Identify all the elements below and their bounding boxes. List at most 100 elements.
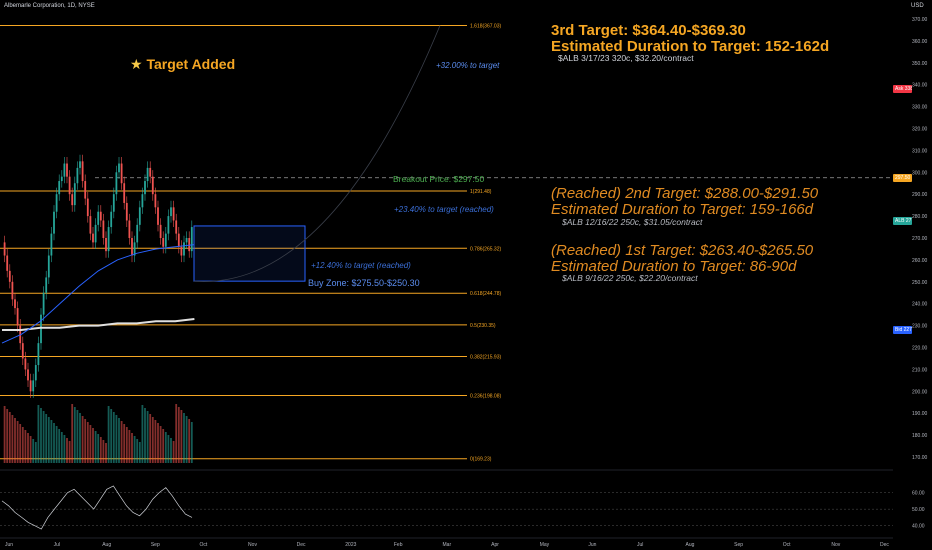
fib-label: 0.382(215.93) xyxy=(470,354,501,360)
candle-body xyxy=(94,224,97,243)
moving-average-line xyxy=(1,244,195,344)
rsi-tick-label: 60.00 xyxy=(912,491,925,497)
volume-bar xyxy=(3,406,6,463)
date-tick-label: Nov xyxy=(248,542,257,548)
fib-label: 0(169.23) xyxy=(470,457,492,463)
volume-bar xyxy=(63,435,66,463)
volume-bar xyxy=(102,440,105,463)
candle-body xyxy=(76,167,79,184)
candle-body xyxy=(180,246,183,256)
volume-bar xyxy=(86,422,89,463)
candle-body xyxy=(138,207,141,225)
volume-bar xyxy=(8,412,11,463)
price-tick-label: 310.00 xyxy=(912,148,928,154)
target3-option: $ALB 3/17/23 320c, $32.20/contract xyxy=(558,53,694,63)
candle-body xyxy=(68,176,71,195)
volume-bar xyxy=(99,437,102,463)
volume-bar xyxy=(133,436,136,463)
ma-layer xyxy=(1,244,195,344)
volume-bar xyxy=(58,429,61,463)
candle-body xyxy=(37,343,40,366)
chart-canvas[interactable]: Albemarle Corporation, 1D, NYSE USD 1.61… xyxy=(0,0,932,550)
candle-body xyxy=(159,224,162,238)
volume-bar xyxy=(73,407,76,463)
buy-zone-label: Buy Zone: $275.50-$250.30 xyxy=(308,278,420,288)
volume-bar xyxy=(55,426,58,463)
volume-bar xyxy=(105,443,107,463)
candle-body xyxy=(58,181,61,195)
candle-body xyxy=(50,233,53,256)
candle-body xyxy=(14,299,16,309)
candle-body xyxy=(79,161,81,168)
fib-label: 0.236(198.08) xyxy=(470,394,501,400)
volume-bar xyxy=(29,436,32,463)
date-tick-label: Sep xyxy=(151,542,160,548)
volume-bar xyxy=(81,416,84,463)
volume-bar xyxy=(110,409,113,463)
candle-body xyxy=(40,314,42,344)
date-tick-label: Oct xyxy=(783,542,791,548)
candles-layer xyxy=(3,154,193,463)
price-pill: ALB 277.95 xyxy=(893,216,912,225)
candle-body xyxy=(29,380,32,392)
date-tick-label: Jul xyxy=(637,542,643,548)
volume-bar xyxy=(175,404,178,463)
volume-bar xyxy=(42,411,45,463)
target1-pct: +12.40% to target (reached) xyxy=(311,261,411,270)
target2-pct: +23.40% to target (reached) xyxy=(394,205,494,214)
candle-body xyxy=(32,380,35,392)
volume-bar xyxy=(32,439,35,463)
candle-body xyxy=(154,194,157,208)
candle-body xyxy=(21,343,24,359)
candle-body xyxy=(99,211,102,221)
fib-label: 1(291.48) xyxy=(470,189,492,195)
candle-body xyxy=(27,369,29,381)
price-tick-label: 300.00 xyxy=(912,170,928,176)
date-tick-label: May xyxy=(540,542,550,548)
price-tick-label: 330.00 xyxy=(912,105,928,111)
candle-body xyxy=(71,194,74,206)
price-chart[interactable]: 1.618(367.03) 1(291.48) 0.786(265.32) 0.618… xyxy=(0,0,932,550)
volume-bar xyxy=(154,420,157,463)
candle-body xyxy=(45,277,48,293)
candle-body xyxy=(24,358,27,370)
price-tick-label: 210.00 xyxy=(912,367,928,373)
volume-bar xyxy=(131,433,133,463)
candle-body xyxy=(120,163,123,184)
candle-body xyxy=(66,163,68,177)
target2-title: (Reached) 2nd Target: $288.00-$291.50 xyxy=(551,185,819,202)
date-tick-label: Aug xyxy=(102,542,111,548)
candle-body xyxy=(164,233,167,247)
volume-bar xyxy=(183,413,185,463)
price-tick-label: 240.00 xyxy=(912,302,928,308)
volume-bar xyxy=(138,442,141,463)
price-tick-label: 250.00 xyxy=(912,280,928,286)
candle-body xyxy=(175,220,178,234)
candle-body xyxy=(118,163,120,173)
price-pill: 297.50 xyxy=(893,173,912,182)
candle-body xyxy=(3,242,6,256)
volume-bar xyxy=(92,428,94,463)
candle-body xyxy=(136,224,139,243)
candle-body xyxy=(151,176,154,195)
candle-body xyxy=(177,233,180,247)
volume-bar xyxy=(40,408,42,463)
volume-bar xyxy=(107,406,110,463)
candle-body xyxy=(170,207,172,217)
candle-body xyxy=(102,220,105,238)
volume-bar xyxy=(47,417,50,463)
fib-label: 1.618(367.03) xyxy=(470,23,501,29)
candle-body xyxy=(172,207,175,221)
volume-bar xyxy=(94,431,97,463)
date-tick-label: Jun xyxy=(5,542,13,548)
candle-body xyxy=(123,183,126,203)
volume-bar xyxy=(71,404,74,463)
date-tick-label: 2023 xyxy=(345,542,356,548)
volume-bar xyxy=(50,420,53,463)
volume-bar xyxy=(89,425,92,463)
price-tick-label: 350.00 xyxy=(912,61,928,67)
volume-bar xyxy=(24,430,27,463)
candle-body xyxy=(60,176,63,182)
volume-bar xyxy=(157,423,159,463)
price-tick-label: 370.00 xyxy=(912,17,928,23)
